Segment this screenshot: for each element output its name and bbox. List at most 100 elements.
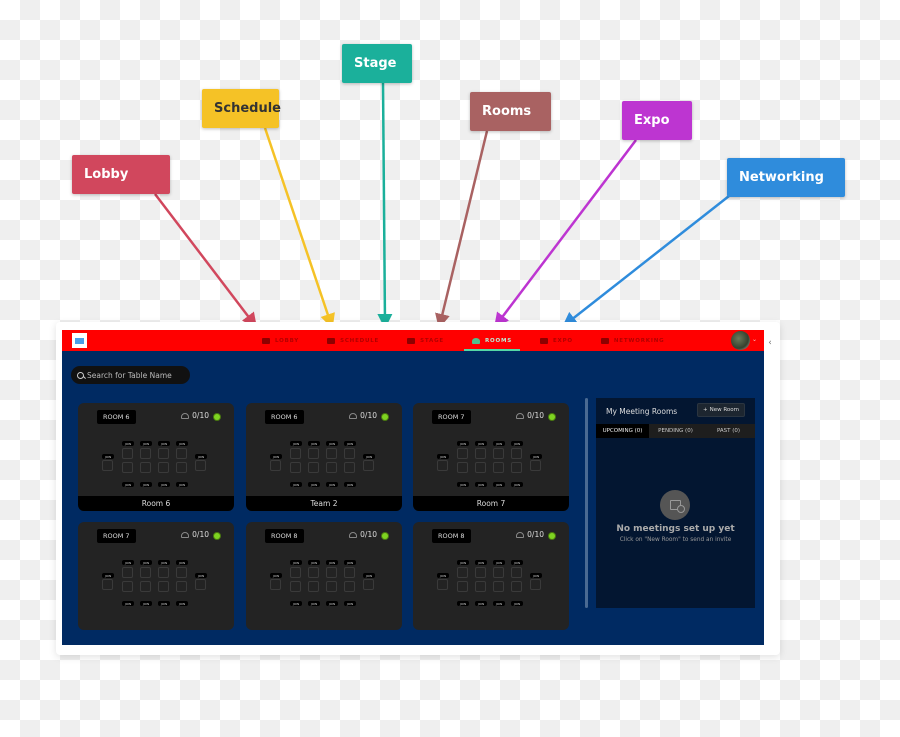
nav-rooms[interactable]: ROOMS [463,330,521,351]
lobby-arrow [154,193,258,328]
join-seat-button[interactable]: JOIN [363,454,375,459]
chair-icon [195,579,206,590]
join-seat-button[interactable]: JOIN [326,482,338,487]
nav-expo[interactable]: EXPO [532,330,581,351]
join-seat-button[interactable]: JOIN [326,560,338,565]
join-seat-button[interactable]: JOIN [308,601,320,606]
new-room-label: New Room [709,407,739,413]
room-card[interactable]: ROOM 7 0/10 JOIN JOIN JOIN JOIN JOIN JOIN JOIN JO… [78,522,234,630]
join-seat-button[interactable]: JOIN [176,560,188,565]
join-seat-button[interactable]: JOIN [326,441,338,446]
join-seat-button[interactable]: JOIN [270,454,282,459]
join-seat-button[interactable]: JOIN [270,573,282,578]
join-seat-button[interactable]: JOIN [475,441,487,446]
tab-upcoming[interactable]: UPCOMING (0) [596,424,649,438]
nav-lobby[interactable]: LOBBY [254,330,307,351]
search-input[interactable] [87,370,187,380]
join-seat-button[interactable]: JOIN [290,482,302,487]
join-seat-button[interactable]: JOIN [363,573,375,578]
join-seat-button[interactable]: JOIN [326,601,338,606]
join-seat-button[interactable]: JOIN [511,560,523,565]
join-seat-button[interactable]: JOIN [176,601,188,606]
chair-icon [195,460,206,471]
join-seat-button[interactable]: JOIN [140,441,152,446]
join-seat-button[interactable]: JOIN [102,573,114,578]
join-seat-button[interactable]: JOIN [158,482,170,487]
join-seat-button[interactable]: JOIN [158,560,170,565]
join-seat-button[interactable]: JOIN [290,441,302,446]
join-seat-button[interactable]: JOIN [475,482,487,487]
nav-stage[interactable]: STAGE [399,330,452,351]
join-seat-button[interactable]: JOIN [195,454,207,459]
join-seat-button[interactable]: JOIN [530,573,542,578]
booth-icon [539,337,548,344]
room-card[interactable]: ROOM 6 0/10 JOIN JOIN JOIN JOIN JOIN JOIN JOIN JO… [78,403,234,511]
rooms-scrollbar[interactable] [585,398,588,608]
join-seat-button[interactable]: JOIN [140,601,152,606]
people-icon [516,531,525,538]
chair-icon [493,581,504,592]
join-seat-button[interactable]: JOIN [511,482,523,487]
join-seat-button[interactable]: JOIN [344,441,356,446]
join-seat-button[interactable]: JOIN [122,441,134,446]
nav-schedule[interactable]: SCHEDULE [319,330,387,351]
collapse-panel-button[interactable]: ‹ [764,333,776,353]
join-seat-button[interactable]: JOIN [195,573,207,578]
join-seat-button[interactable]: JOIN [122,601,134,606]
room-card[interactable]: ROOM 7 0/10 JOIN JOIN JOIN JOIN JOIN JOIN JOIN JO… [413,403,569,511]
chair-icon [176,448,187,459]
join-seat-button[interactable]: JOIN [437,573,449,578]
join-seat-button[interactable]: JOIN [140,482,152,487]
chair-icon [176,581,187,592]
join-seat-button[interactable]: JOIN [493,601,505,606]
join-seat-button[interactable]: JOIN [457,601,469,606]
chevron-down-icon[interactable]: ⌄ [752,336,757,343]
join-seat-button[interactable]: JOIN [475,560,487,565]
chair-icon [102,579,113,590]
join-seat-button[interactable]: JOIN [457,441,469,446]
join-seat-button[interactable]: JOIN [344,482,356,487]
join-seat-button[interactable]: JOIN [308,482,320,487]
tab-pending[interactable]: PENDING (0) [649,424,702,438]
join-seat-button[interactable]: JOIN [493,441,505,446]
join-seat-button[interactable]: JOIN [290,601,302,606]
chair-icon [457,462,468,473]
chair-icon [290,567,301,578]
room-card[interactable]: ROOM 8 0/10 JOIN JOIN JOIN JOIN JOIN JOIN JOIN JO… [413,522,569,630]
join-seat-button[interactable]: JOIN [308,560,320,565]
join-seat-button[interactable]: JOIN [140,560,152,565]
join-seat-button[interactable]: JOIN [457,482,469,487]
room-card[interactable]: ROOM 8 0/10 JOIN JOIN JOIN JOIN JOIN JOIN JOIN JO… [246,522,402,630]
join-seat-button[interactable]: JOIN [530,454,542,459]
event-app: LOBBY SCHEDULE STAGE ROOMS EXPO NETWORKI… [62,330,764,645]
chair-icon [344,448,355,459]
join-seat-button[interactable]: JOIN [158,601,170,606]
room-card[interactable]: ROOM 6 0/10 JOIN JOIN JOIN JOIN JOIN JOIN JOIN JO… [246,403,402,511]
tab-past[interactable]: PAST (0) [702,424,755,438]
join-seat-button[interactable]: JOIN [344,601,356,606]
nav-networking[interactable]: NETWORKING [593,330,673,351]
chair-icon [511,448,522,459]
join-seat-button[interactable]: JOIN [176,441,188,446]
join-seat-button[interactable]: JOIN [457,560,469,565]
join-seat-button[interactable]: JOIN [308,441,320,446]
join-seat-button[interactable]: JOIN [511,601,523,606]
join-seat-button[interactable]: JOIN [511,441,523,446]
join-seat-button[interactable]: JOIN [344,560,356,565]
join-seat-button[interactable]: JOIN [122,560,134,565]
join-seat-button[interactable]: JOIN [122,482,134,487]
join-seat-button[interactable]: JOIN [102,454,114,459]
join-seat-button[interactable]: JOIN [290,560,302,565]
user-avatar[interactable] [731,331,750,350]
join-seat-button[interactable]: JOIN [437,454,449,459]
join-seat-button[interactable]: JOIN [158,441,170,446]
join-seat-button[interactable]: JOIN [493,482,505,487]
join-seat-button[interactable]: JOIN [493,560,505,565]
join-seat-button[interactable]: JOIN [475,601,487,606]
empty-state-title: No meetings set up yet [616,524,735,534]
join-seat-button[interactable]: JOIN [176,482,188,487]
new-room-button[interactable]: + New Room [696,403,745,417]
logo-icon[interactable] [72,333,87,348]
chair-icon [308,462,319,473]
callout-expo: Expo [622,101,692,140]
